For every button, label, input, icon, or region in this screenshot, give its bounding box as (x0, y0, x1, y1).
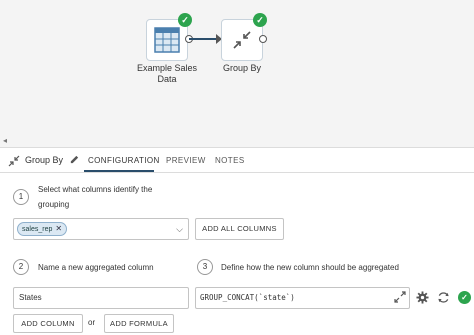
node-b-label: Group By (222, 63, 262, 73)
aggregation-expression-input[interactable]: GROUP_CONCAT(`state`) (195, 287, 410, 309)
chevron-down-icon[interactable]: ⌵ (176, 224, 183, 235)
step-1-number: 1 (13, 189, 29, 205)
node-b-output-port[interactable] (259, 35, 267, 43)
workflow-canvas[interactable]: ✓ ✓ Example Sales Data Group By ◂ (0, 0, 474, 148)
chip-remove-icon[interactable]: ✕ (55, 224, 62, 233)
node-a-check-icon: ✓ (178, 13, 192, 27)
add-all-columns-button[interactable]: ADD ALL COLUMNS (195, 218, 284, 240)
grouping-columns-select[interactable]: sales_rep ✕ ⌵ (13, 218, 189, 240)
active-tab-indicator (84, 170, 154, 172)
connection-edge (189, 38, 219, 40)
pencil-icon[interactable] (69, 154, 80, 165)
step-3-number: 3 (197, 259, 213, 275)
tab-configuration[interactable]: CONFIGURATION (88, 156, 160, 165)
step-2-text: Name a new aggregated column (38, 263, 154, 272)
add-formula-button[interactable]: ADD FORMULA (104, 314, 174, 333)
node-b-check-icon: ✓ (253, 13, 267, 27)
refresh-icon[interactable] (437, 291, 450, 304)
node-a-label: Example Sales Data (136, 63, 198, 84)
tab-notes[interactable]: NOTES (215, 156, 245, 165)
add-column-button[interactable]: ADD COLUMN (13, 314, 83, 333)
step-2-number: 2 (13, 259, 29, 275)
expand-icon[interactable] (394, 291, 406, 303)
compress-arrows-icon (8, 155, 20, 167)
step-3-text: Define how the new column should be aggr… (221, 263, 399, 272)
valid-check-icon: ✓ (458, 291, 471, 304)
scroll-left-icon[interactable]: ◂ (3, 136, 7, 145)
selected-column-chip[interactable]: sales_rep ✕ (17, 222, 68, 236)
step-1-text: Select what columns identify the groupin… (38, 185, 153, 209)
aggregated-column-name-input[interactable]: States (13, 287, 189, 309)
tab-preview[interactable]: PREVIEW (166, 156, 206, 165)
panel-title: Group By (25, 155, 64, 165)
chip-label: sales_rep (22, 226, 53, 233)
gear-icon[interactable] (416, 291, 429, 304)
config-tabbar: Group By CONFIGURATION PREVIEW NOTES (0, 149, 474, 173)
or-label: or (88, 318, 96, 327)
